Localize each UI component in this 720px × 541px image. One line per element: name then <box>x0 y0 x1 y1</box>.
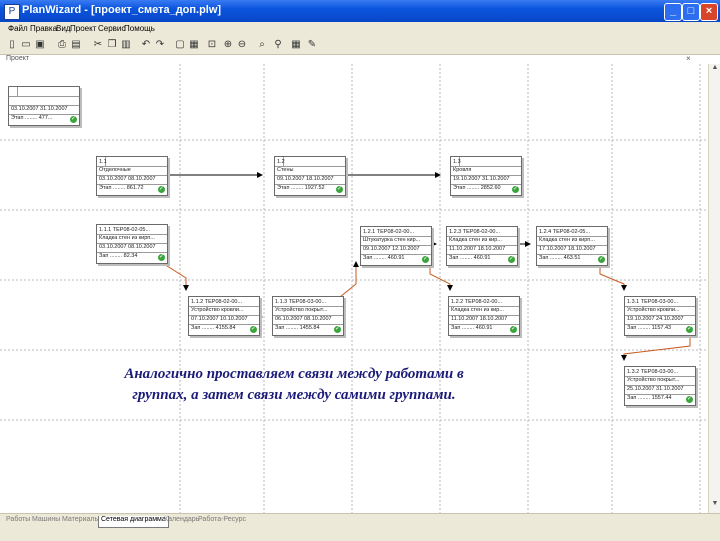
copy-icon[interactable]: ❐ <box>106 38 118 51</box>
title-bar: P PlanWizard - [проект_смета_доп.plw] _ … <box>0 0 720 22</box>
caption-line-1: Аналогично проставляем связи между работ… <box>124 366 464 382</box>
caption-line-2: группах, а затем связи между самими груп… <box>132 387 456 403</box>
diagram-background <box>0 64 708 513</box>
wizard-icon[interactable]: ✎ <box>306 38 318 51</box>
grid-icon[interactable]: ▦ <box>290 38 302 51</box>
zoom-in-icon[interactable]: ⊕ <box>222 38 234 51</box>
tab-works[interactable]: Работы <box>6 516 30 527</box>
project-strip: Проект × <box>0 54 700 64</box>
zoom-out-icon[interactable]: ⊖ <box>236 38 248 51</box>
diagram-node[interactable]: 1.1 Отделочные 03.10.2007 08.10.2007 Эта… <box>96 156 168 196</box>
undo-icon[interactable]: ↶ <box>140 38 152 51</box>
caption-text: Аналогично проставляем связи между работ… <box>54 364 534 406</box>
scroll-down-icon[interactable]: ▼ <box>710 500 720 510</box>
toolbar: ▯ ▭ ▣ ⎙ ▤ ✂ ❐ ▥ ↶ ↷ ▢ ▦ ⊡ ⊕ ⊖ ⌕ ⚲ ▦ ✎ <box>0 36 720 55</box>
scroll-up-icon[interactable]: ▲ <box>710 64 720 74</box>
diagram-node[interactable]: 1.1.1 ТЕР08-02-05... Кладка стен из кирп… <box>96 224 168 264</box>
diagram-node[interactable]: 1.2.1 ТЕР08-02-00... Штукатурка стен кир… <box>360 226 432 266</box>
status-ok-icon: ✓ <box>70 116 77 123</box>
menu-file[interactable]: Файл <box>8 24 28 33</box>
close-button[interactable]: × <box>700 3 718 21</box>
menu-bar: Файл Правка Вид Проект Сервис Помощь <box>0 22 720 36</box>
network-diagram-canvas[interactable]: 03.10.2007 31.10.2007 Этап ........ 477.… <box>0 64 708 513</box>
cut-icon[interactable]: ✂ <box>92 38 104 51</box>
tab-machines[interactable]: Машины <box>32 516 60 527</box>
tab-work-resource[interactable]: Работа-Ресурс <box>198 516 246 527</box>
status-ok-icon: ✓ <box>686 396 693 403</box>
status-ok-icon: ✓ <box>158 186 165 193</box>
save-icon[interactable]: ▣ <box>34 38 46 51</box>
maximize-button[interactable]: □ <box>682 3 700 21</box>
status-ok-icon: ✓ <box>334 326 341 333</box>
tab-materials[interactable]: Материалы <box>62 516 99 527</box>
diagram-node[interactable]: 1.3.2 ТЕР08-03-00... Устройство покрыт..… <box>624 366 696 406</box>
diagram-node[interactable]: 1.2.4 ТЕР08-02-05... Кладка стен из кирп… <box>536 226 608 266</box>
app-icon: P <box>4 4 20 20</box>
vertical-scrollbar[interactable]: ▲ ▼ <box>708 64 720 513</box>
status-ok-icon: ✓ <box>158 254 165 261</box>
tab-network-diagram[interactable]: Сетевая диаграмма <box>98 516 169 528</box>
open-folder-icon[interactable]: ▭ <box>20 38 32 51</box>
menu-project[interactable]: Проект <box>70 24 96 33</box>
filter-icon[interactable]: ⚲ <box>272 38 284 51</box>
menu-service[interactable]: Сервис <box>98 24 125 33</box>
link-icon[interactable]: ⊡ <box>206 38 218 51</box>
menu-help[interactable]: Помощь <box>124 24 155 33</box>
redo-icon[interactable]: ↷ <box>154 38 166 51</box>
minimize-button[interactable]: _ <box>664 3 682 21</box>
status-ok-icon: ✓ <box>422 256 429 263</box>
status-ok-icon: ✓ <box>336 186 343 193</box>
status-ok-icon: ✓ <box>686 326 693 333</box>
new-doc-icon[interactable]: ▯ <box>6 38 18 51</box>
find-icon[interactable]: ⌕ <box>256 38 268 51</box>
diagram-node[interactable]: 1.2 Стены 09.10.2007 18.10.2007 Этап ...… <box>274 156 346 196</box>
tab-calendar[interactable]: Календарь <box>164 516 199 527</box>
diagram-node[interactable]: 1.2.2 ТЕР08-02-00... Кладка стен из кир.… <box>448 296 520 336</box>
preview-icon[interactable]: ▤ <box>70 38 82 51</box>
close-icon[interactable]: × <box>686 54 691 63</box>
status-ok-icon: ✓ <box>598 256 605 263</box>
diagram-node[interactable]: 1.1.2 ТЕР08-02-00... Устройство кровли..… <box>188 296 260 336</box>
status-ok-icon: ✓ <box>508 256 515 263</box>
status-ok-icon: ✓ <box>510 326 517 333</box>
paste-icon[interactable]: ▥ <box>120 38 132 51</box>
table-icon[interactable]: ▦ <box>188 38 200 51</box>
menu-edit[interactable]: Правка <box>30 24 57 33</box>
properties-icon[interactable]: ▢ <box>174 38 186 51</box>
print-icon[interactable]: ⎙ <box>56 38 68 51</box>
diagram-node[interactable]: 1.1.3 ТЕР08-03-00... Устройство покрыт..… <box>272 296 344 336</box>
diagram-node[interactable]: 1.3 Кровля 19.10.2007 31.10.2007 Этап ..… <box>450 156 522 196</box>
status-ok-icon: ✓ <box>250 326 257 333</box>
diagram-node[interactable]: 1.3.1 ТЕР08-03-00... Устройство кровли..… <box>624 296 696 336</box>
diagram-node[interactable]: 03.10.2007 31.10.2007 Этап ........ 477.… <box>8 86 80 126</box>
window-title: PlanWizard - [проект_смета_доп.plw] <box>22 4 222 16</box>
project-label: Проект <box>6 55 30 62</box>
menu-view[interactable]: Вид <box>56 24 70 33</box>
page-grid <box>0 64 708 513</box>
diagram-node[interactable]: 1.2.3 ТЕР08-02-00... Кладка стен из кир.… <box>446 226 518 266</box>
view-tabs: Работы Машины Материалы Сетевая диаграмм… <box>0 513 720 541</box>
status-ok-icon: ✓ <box>512 186 519 193</box>
